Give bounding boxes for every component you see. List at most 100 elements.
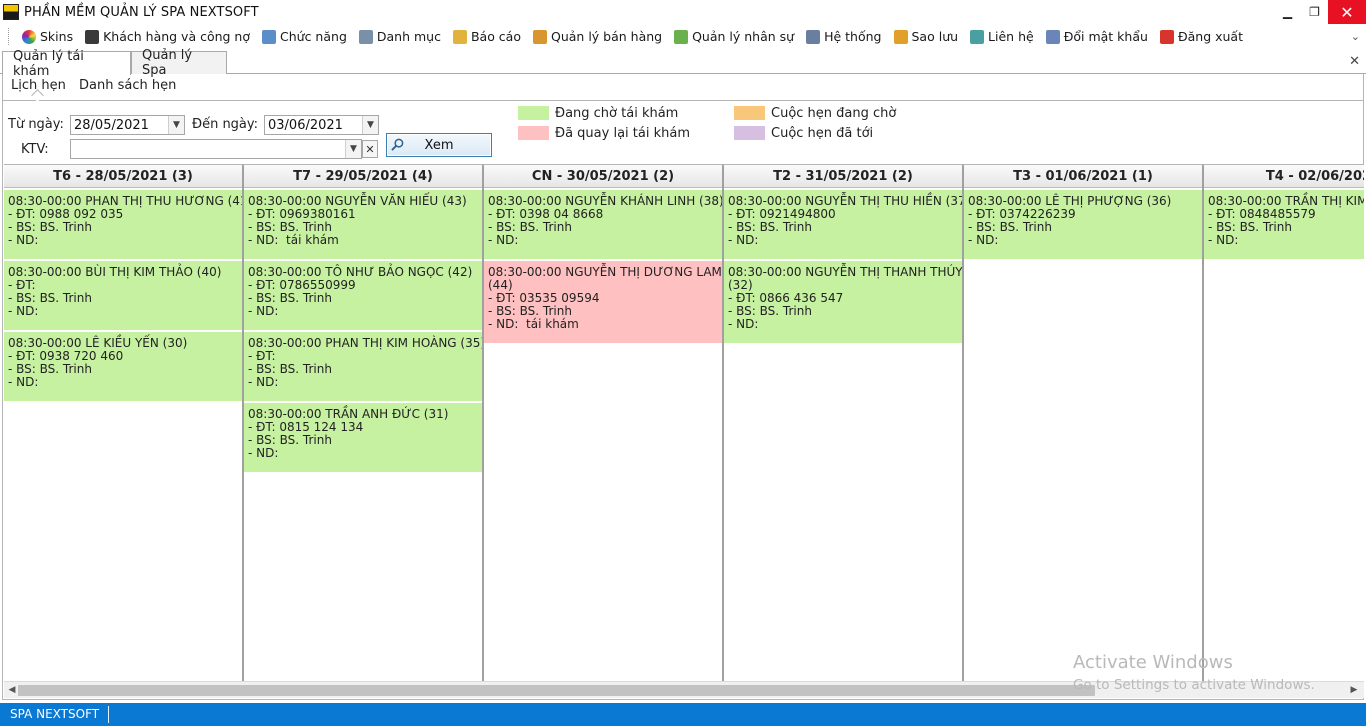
appointment-detail: - BS: BS. Trinh bbox=[248, 433, 332, 447]
day-header[interactable]: CN - 30/05/2021 (2) bbox=[484, 165, 722, 188]
appointment-card[interactable]: 08:30-00:00 NGUYỄN KHÁNH LINH (38) - ĐT: … bbox=[484, 190, 722, 259]
appointment-card[interactable]: 08:30-00:00 PHAN THỊ KIM HOÀNG (35) - ĐT:… bbox=[244, 332, 482, 401]
from-date-picker[interactable]: 28/05/2021 ▼ bbox=[70, 115, 185, 135]
status-app-name: SPA NEXTSOFT bbox=[0, 706, 110, 723]
appointment-detail: - ND: bbox=[248, 304, 279, 318]
to-date-picker[interactable]: 03/06/2021 ▼ bbox=[264, 115, 379, 135]
menu-item-sales[interactable]: Quản lý bán hàng bbox=[529, 26, 666, 48]
subtab-lich-hen[interactable]: Lịch hẹn bbox=[11, 78, 66, 93]
appointment-card[interactable]: 08:30-00:00 BÙI THỊ KIM THẢO (40) - ĐT: - … bbox=[4, 261, 242, 330]
appointment-detail: - BS: BS. Trinh bbox=[8, 291, 92, 305]
menu-item-report[interactable]: Báo cáo bbox=[449, 26, 525, 48]
backup-icon bbox=[893, 29, 908, 44]
menu-item-backup[interactable]: Sao lưu bbox=[890, 26, 963, 48]
menu-item-customer[interactable]: Khách hàng và công nợ bbox=[81, 26, 254, 48]
scrollbar-thumb[interactable] bbox=[18, 685, 1095, 696]
close-tab-icon[interactable]: ✕ bbox=[1349, 54, 1360, 69]
legend-label-pending-appointment: Cuộc hẹn đang chờ bbox=[771, 106, 897, 121]
legend-swatch-returned-recheck bbox=[518, 126, 549, 140]
magnifier-icon bbox=[391, 138, 404, 151]
view-button[interactable]: Xem bbox=[386, 133, 492, 157]
window-controls: ▁ ❐ ✕ bbox=[1274, 0, 1366, 24]
sales-icon bbox=[533, 29, 547, 44]
appointment-detail: - ND: bbox=[8, 375, 39, 389]
ktv-select[interactable]: ▼ bbox=[70, 139, 362, 159]
password-icon bbox=[1045, 29, 1060, 44]
appointment-detail: - BS: BS. Trinh bbox=[728, 220, 812, 234]
appointment-card[interactable]: 08:30-00:00 TÔ NHƯ BẢO NGỌC (42) - ĐT: 07… bbox=[244, 261, 482, 330]
appointment-card[interactable]: 08:30-00:00 NGUYỄN THỊ THU HIỀN (37) - ĐT… bbox=[724, 190, 962, 259]
activation-watermark-subtitle: Go to Settings to activate Windows. bbox=[1073, 677, 1315, 693]
menu-item-system[interactable]: Hệ thống bbox=[802, 26, 885, 48]
contact-icon bbox=[970, 29, 985, 44]
appointment-detail: - BS: BS. Trinh bbox=[248, 362, 332, 376]
chevron-down-icon[interactable]: ▼ bbox=[345, 140, 361, 158]
day-column: T7 - 29/05/2021 (4) 08:30-00:00 NGUYỄN VĂ… bbox=[244, 165, 484, 681]
legend-label-waiting-recheck: Đang chờ tái khám bbox=[555, 106, 679, 121]
day-header[interactable]: T3 - 01/06/2021 (1) bbox=[964, 165, 1202, 188]
appointment-card[interactable]: 08:30-00:00 NGUYỄN THỊ DƯƠNG LAM (44) - ĐT… bbox=[484, 261, 722, 343]
menu-label: Sao lưu bbox=[911, 29, 959, 44]
appointment-card[interactable]: 08:30-00:00 TRẦN THỊ KIM - ĐT: 0848485579… bbox=[1204, 190, 1364, 259]
appointment-card[interactable]: 08:30-00:00 PHAN THỊ THU HƯƠNG (41) - ĐT:… bbox=[4, 190, 242, 259]
appointment-detail: - ND: tái khám bbox=[488, 317, 579, 331]
appointment-detail: - BS: BS. Trinh bbox=[968, 220, 1052, 234]
clear-ktv-button[interactable]: ✕ bbox=[362, 140, 378, 158]
menu-item-functions[interactable]: Chức năng bbox=[258, 26, 351, 48]
appointment-card[interactable]: 08:30-00:00 LÊ THỊ PHƯỢNG (36) - ĐT: 0374… bbox=[964, 190, 1202, 259]
menu-overflow-chevron-icon[interactable]: ⌄ bbox=[1351, 30, 1360, 43]
appointment-detail: - ND: bbox=[968, 233, 999, 247]
appointment-detail: - ND: bbox=[248, 375, 279, 389]
to-date-value: 03/06/2021 bbox=[268, 118, 343, 133]
appointment-card[interactable]: 08:30-00:00 TRẦN ANH ĐỨC (31) - ĐT: 0815 … bbox=[244, 403, 482, 472]
scroll-right-icon[interactable]: ▶ bbox=[1348, 684, 1360, 696]
chevron-down-icon[interactable]: ▼ bbox=[168, 116, 184, 134]
day-header[interactable]: T7 - 29/05/2021 (4) bbox=[244, 165, 482, 188]
appointment-scheduler: T6 - 28/05/2021 (3) 08:30-00:00 PHAN THỊ … bbox=[4, 164, 1364, 681]
menu-item-password[interactable]: Đổi mật khẩu bbox=[1042, 26, 1152, 48]
appointment-detail: - ND: bbox=[728, 233, 759, 247]
ktv-label: KTV: bbox=[21, 142, 49, 157]
day-column: T2 - 31/05/2021 (2) 08:30-00:00 NGUYỄN TH… bbox=[724, 165, 964, 681]
activation-watermark-title: Activate Windows bbox=[1073, 652, 1233, 673]
customer-icon bbox=[85, 29, 100, 44]
menu-item-contact[interactable]: Liên hệ bbox=[966, 26, 1038, 48]
menu-item-skins[interactable]: Skins bbox=[18, 26, 77, 48]
functions-icon bbox=[262, 29, 277, 44]
day-header[interactable]: T6 - 28/05/2021 (3) bbox=[4, 165, 242, 188]
minimize-button[interactable]: ▁ bbox=[1274, 0, 1301, 24]
menu-label: Khách hàng và công nợ bbox=[103, 29, 251, 44]
from-date-value: 28/05/2021 bbox=[74, 118, 149, 133]
appointment-title: 08:30-00:00 NGUYỄN THỊ DƯƠNG LAM bbox=[488, 265, 722, 279]
app-logo-icon bbox=[3, 4, 19, 20]
subtab-danh-sach-hen[interactable]: Danh sách hẹn bbox=[79, 78, 176, 93]
day-column: T4 - 02/06/202108:30-00:00 TRẦN THỊ KIM-… bbox=[1204, 165, 1364, 681]
day-header[interactable]: T2 - 31/05/2021 (2) bbox=[724, 165, 962, 188]
day-column: T3 - 01/06/2021 (1) 08:30-00:00 LÊ THỊ PH… bbox=[964, 165, 1204, 681]
menu-grip bbox=[8, 28, 10, 45]
day-column: CN - 30/05/2021 (2) 08:30-00:00 NGUYỄN KH… bbox=[484, 165, 724, 681]
day-header[interactable]: T4 - 02/06/2021 bbox=[1204, 165, 1364, 188]
menu-item-catalog[interactable]: Danh mục bbox=[355, 26, 445, 48]
close-button[interactable]: ✕ bbox=[1328, 0, 1366, 24]
appointment-detail: - ND: tái khám bbox=[248, 233, 339, 247]
restore-button[interactable]: ❐ bbox=[1301, 0, 1328, 24]
appointment-card[interactable]: 08:30-00:00 NGUYỄN THỊ THANH THÚY (32) - Đ… bbox=[724, 261, 962, 343]
menu-label: Quản lý nhân sự bbox=[692, 29, 795, 44]
staff-icon bbox=[674, 29, 689, 44]
tab-quan-ly-tai-kham[interactable]: Quản lý tái khám bbox=[2, 49, 131, 79]
view-button-label: Xem bbox=[424, 137, 454, 153]
appointment-detail: - BS: BS. Trinh bbox=[8, 362, 92, 376]
appointment-title: 08:30-00:00 BÙI THỊ KIM THẢO (40) bbox=[8, 265, 222, 279]
chevron-down-icon[interactable]: ▼ bbox=[362, 116, 378, 134]
menu-item-staff[interactable]: Quản lý nhân sự bbox=[670, 26, 798, 48]
legend-swatch-arrived-appointment bbox=[734, 126, 765, 140]
menu-label: Liên hệ bbox=[988, 29, 1034, 44]
appointment-card[interactable]: 08:30-00:00 NGUYỄN VĂN HIẾU (43) - ĐT: 09… bbox=[244, 190, 482, 259]
tab-quan-ly-spa[interactable]: Quản lý Spa bbox=[131, 48, 227, 78]
app-title: PHẦN MỀM QUẢN LÝ SPA NEXTSOFT bbox=[24, 4, 259, 20]
appointment-card[interactable]: 08:30-00:00 LÊ KIỀU YẾN (30) - ĐT: 0938 7… bbox=[4, 332, 242, 401]
appointment-detail: - ND: bbox=[8, 233, 39, 247]
scroll-left-icon[interactable]: ◀ bbox=[6, 684, 18, 696]
menu-item-logout[interactable]: Đăng xuất bbox=[1156, 26, 1247, 48]
